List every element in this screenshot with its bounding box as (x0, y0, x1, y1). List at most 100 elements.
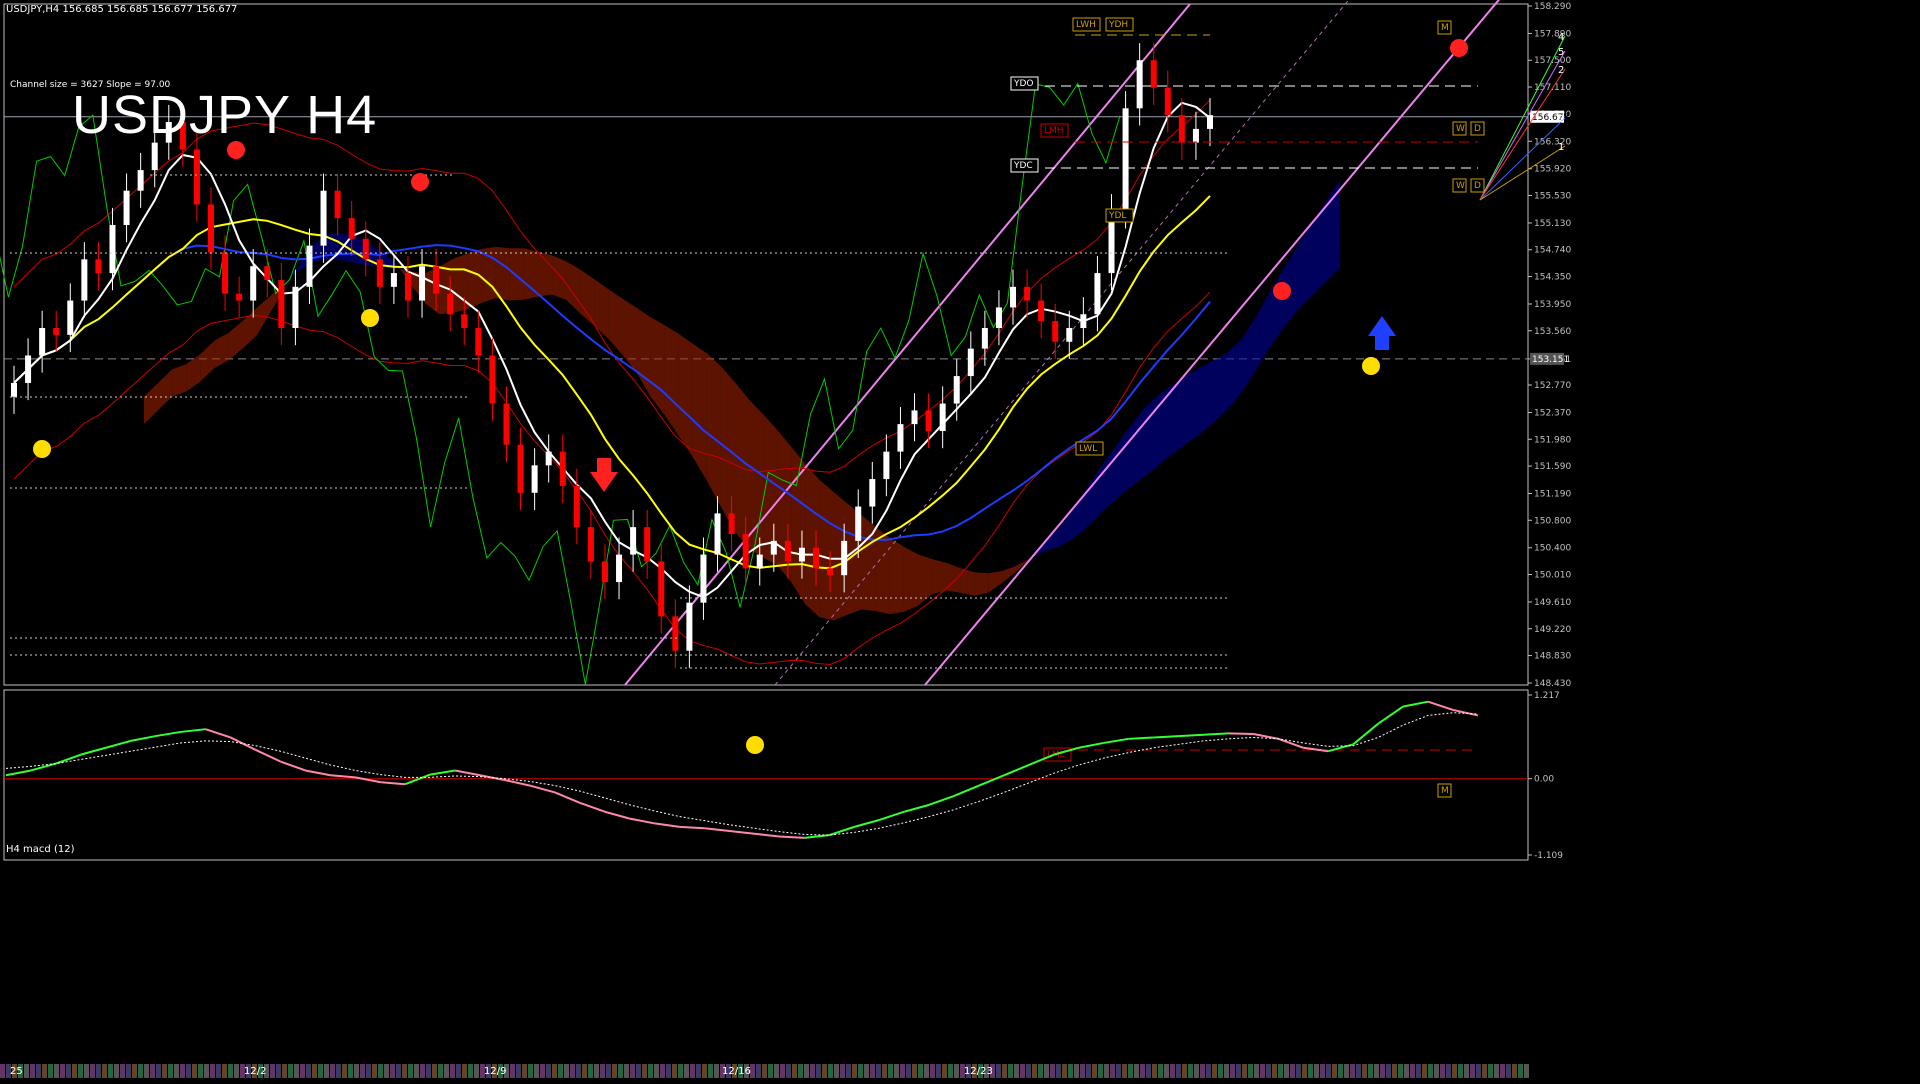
candle-body (419, 266, 426, 301)
candle-body (404, 273, 411, 301)
date-strip-cell (858, 1064, 863, 1078)
date-strip-cell (1008, 1064, 1013, 1078)
date-strip-cell (1446, 1064, 1451, 1078)
date-strip-cell (660, 1064, 665, 1078)
macd-line-segment (604, 810, 630, 820)
date-strip-cell (1290, 1064, 1295, 1078)
date-strip-cell (384, 1064, 389, 1078)
date-strip-cell (336, 1064, 341, 1078)
date-strip-cell (756, 1064, 761, 1078)
date-strip-cell (1362, 1064, 1367, 1078)
candle-body (207, 204, 214, 253)
macd-line-segment (779, 835, 805, 839)
date-strip-cell (936, 1064, 941, 1078)
date-strip-cell (1188, 1064, 1193, 1078)
ichimoku-cloud-segment (284, 265, 299, 289)
date-strip-cell (1176, 1064, 1181, 1078)
date-strip-cell (294, 1064, 299, 1078)
candle-body (320, 190, 327, 246)
ichimoku-cloud-segment (1002, 565, 1017, 583)
date-strip-cell (882, 1064, 887, 1078)
macd-line-segment (504, 779, 531, 787)
ichimoku-cloud-segment (1114, 427, 1129, 501)
candle-body (813, 547, 820, 569)
candle-body (756, 554, 763, 569)
date-strip-cell (768, 1064, 773, 1078)
date-strip-cell (462, 1064, 467, 1078)
date-axis-label: 12/9 (484, 1066, 506, 1077)
candle-body (1066, 328, 1073, 342)
date-strip-cell (912, 1064, 917, 1078)
ichimoku-cloud-segment (495, 246, 510, 301)
ichimoku-cloud-segment (636, 307, 651, 397)
date-strip-cell (1482, 1064, 1487, 1078)
candle-body (475, 328, 482, 356)
macd-tick-label: -1.109 (1534, 851, 1563, 861)
date-strip-cell (300, 1064, 305, 1078)
chart-window[interactable]: 158.290157.890157.500157.110156.720156.3… (0, 0, 1920, 1080)
date-strip-cell (1260, 1064, 1265, 1078)
date-strip-cell (1152, 1064, 1157, 1078)
projection-fan-label: 1 (1558, 142, 1564, 153)
candle-body (967, 348, 974, 377)
ichimoku-cloud-segment (974, 572, 989, 596)
signal-marker-icon (1273, 282, 1291, 300)
level-label-text: YDH (1108, 20, 1128, 30)
ichimoku-cloud-segment (144, 382, 159, 425)
date-strip-cell (282, 1064, 287, 1078)
date-strip-cell (1200, 1064, 1205, 1078)
date-strip-cell (612, 1064, 617, 1078)
level-label-text: YDL (1108, 211, 1126, 221)
macd-line-segment (355, 776, 381, 784)
date-strip-cell (1116, 1064, 1121, 1078)
date-strip-cell (114, 1064, 119, 1078)
date-strip-cell (558, 1064, 563, 1078)
sell-arrow-icon (590, 458, 618, 492)
date-strip-cell (48, 1064, 53, 1078)
date-strip-cell (894, 1064, 899, 1078)
date-strip-cell (1182, 1064, 1187, 1078)
ichimoku-cloud-segment (1241, 317, 1256, 393)
macd-line-segment (1203, 732, 1229, 736)
signal-marker-icon (361, 309, 379, 327)
date-strip-cell (1470, 1064, 1475, 1078)
signal-marker-icon (411, 173, 429, 191)
date-strip-cell (1002, 1064, 1007, 1078)
candle-body (53, 328, 60, 335)
price-tick-label: 152.370 (1534, 408, 1571, 418)
date-strip-cell (1350, 1064, 1355, 1078)
price-chart[interactable]: 158.290157.890157.500157.110156.720156.3… (0, 0, 1920, 1080)
macd-line-segment (654, 822, 680, 828)
macd-line-segment (804, 834, 830, 839)
date-strip-cell (348, 1064, 353, 1078)
date-strip-cell (672, 1064, 677, 1078)
date-strip-cell (1464, 1064, 1469, 1078)
date-strip-cell (1212, 1064, 1217, 1078)
date-strip-cell (1332, 1064, 1337, 1078)
date-strip-cell (378, 1064, 383, 1078)
date-strip-cell (138, 1064, 143, 1078)
date-strip-cell (1014, 1064, 1019, 1078)
ichimoku-cloud-segment (706, 353, 721, 507)
price-tick-label: 154.740 (1534, 246, 1571, 256)
price-tick-label: 151.190 (1534, 489, 1571, 499)
ichimoku-cloud-segment (1213, 352, 1228, 423)
date-strip-cell (1308, 1064, 1313, 1078)
date-strip-cell (1242, 1064, 1247, 1078)
ichimoku-cloud-segment (537, 251, 553, 297)
candle-body (869, 479, 876, 507)
date-strip-cell (1050, 1064, 1055, 1078)
ichimoku-cloud-segment (467, 248, 482, 309)
date-strip-cell (1500, 1064, 1505, 1078)
date-strip-cell (0, 1064, 5, 1078)
price-tick-label: 154.350 (1534, 273, 1571, 283)
date-strip-cell (624, 1064, 629, 1078)
ichimoku-cloud-segment (509, 248, 524, 301)
date-strip-cell (1338, 1064, 1343, 1078)
candle-body (1136, 60, 1143, 109)
macd-signal-line (5, 712, 1479, 836)
date-strip-cell (1374, 1064, 1379, 1078)
date-strip-cell (1062, 1064, 1067, 1078)
date-strip-cell (852, 1064, 857, 1078)
date-strip-cell (318, 1064, 323, 1078)
